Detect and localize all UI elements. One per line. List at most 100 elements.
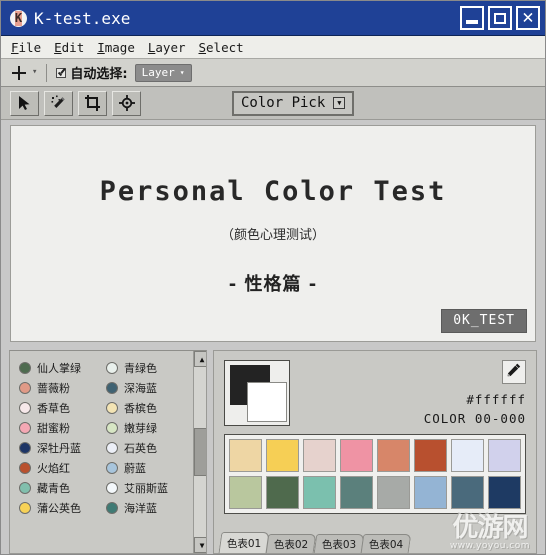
- ok-test-button[interactable]: 0K_TEST: [441, 309, 527, 333]
- scrollbar-track[interactable]: [194, 367, 206, 537]
- tab-label: 色表01: [226, 537, 262, 550]
- scrollbar-thumb[interactable]: [194, 428, 206, 476]
- color-name-label: 海洋蓝: [124, 502, 157, 515]
- canvas-area[interactable]: Personal Color Test （颜色心理测试） - 性格篇 - 0K_…: [10, 125, 536, 342]
- move-tool-preset[interactable]: ▾: [12, 65, 37, 80]
- page-chapter: - 性格篇 -: [228, 274, 318, 295]
- color-list-entry[interactable]: 香草色: [19, 400, 106, 416]
- color-name-list-panel: 仙人掌绿 青绿色蔷薇粉 深海蓝 香草色 香槟色甜蜜粉 嫩芽绿深牡丹蓝 石英色火焰红 蔚蓝藏青色…: [9, 350, 207, 554]
- magic-wand-icon: [51, 95, 67, 111]
- menu-item-layer[interactable]: Layer: [148, 40, 186, 55]
- picker-header: #ffffff COLOR 00-000: [214, 351, 536, 426]
- color-swatch[interactable]: [377, 439, 410, 472]
- mode-dropdown[interactable]: Color Pick ▼: [232, 90, 355, 116]
- color-name-label: 深牡丹蓝: [37, 442, 81, 455]
- layer-dropdown-value: Layer: [141, 66, 175, 79]
- color-list-entry[interactable]: 深牡丹蓝: [19, 440, 106, 456]
- color-dot-icon: [106, 502, 118, 514]
- color-list-entry[interactable]: 蔚蓝: [106, 460, 193, 476]
- color-list-entry[interactable]: 香槟色: [106, 400, 193, 416]
- list-scrollbar[interactable]: ▲ ▼: [193, 351, 206, 553]
- list-item: 火焰红 蔚蓝: [19, 460, 193, 476]
- color-list-entry[interactable]: 青绿色: [106, 360, 193, 376]
- color-swatch[interactable]: [488, 476, 521, 509]
- color-swatch[interactable]: [340, 476, 373, 509]
- foreground-color-swatch[interactable]: [247, 382, 287, 422]
- tab-label: 色表03: [321, 538, 357, 551]
- arrow-cursor-icon: [17, 95, 32, 111]
- tab-1[interactable]: 色表01: [218, 532, 270, 553]
- scroll-down-arrow-icon[interactable]: ▼: [194, 537, 206, 553]
- mode-dropdown-value: Color Pick: [241, 95, 326, 111]
- color-list-entry[interactable]: 海洋蓝: [106, 500, 193, 516]
- pointer-tool-button[interactable]: [10, 90, 39, 116]
- color-name-label: 藏青色: [37, 482, 70, 495]
- color-swatch[interactable]: [414, 439, 447, 472]
- color-swatch[interactable]: [229, 439, 262, 472]
- window-controls: ✕: [460, 6, 542, 30]
- menu-item-edit[interactable]: Edit: [54, 40, 84, 55]
- crop-icon: [84, 95, 101, 111]
- color-name-label: 青绿色: [124, 362, 157, 375]
- color-swatch[interactable]: [451, 476, 484, 509]
- menu-item-select[interactable]: Select: [199, 40, 244, 55]
- tab-2[interactable]: 色表02: [266, 534, 318, 553]
- foreground-background-swatch[interactable]: [224, 360, 290, 426]
- target-move-tool-button[interactable]: [112, 90, 141, 116]
- minimize-button[interactable]: [460, 6, 484, 30]
- color-name-list: 仙人掌绿 青绿色蔷薇粉 深海蓝 香草色 香槟色甜蜜粉 嫩芽绿深牡丹蓝 石英色火焰红 蔚蓝藏青色…: [10, 351, 193, 553]
- color-dot-icon: [19, 502, 31, 514]
- maximize-button[interactable]: [488, 6, 512, 30]
- color-dot-icon: [106, 382, 118, 394]
- menu-item-image[interactable]: Image: [97, 40, 135, 55]
- color-swatch[interactable]: [303, 439, 336, 472]
- color-name-label: 甜蜜粉: [37, 422, 70, 435]
- color-swatch[interactable]: [377, 476, 410, 509]
- color-list-entry[interactable]: 甜蜜粉: [19, 420, 106, 436]
- layer-dropdown[interactable]: Layer ▾: [134, 63, 192, 82]
- minimize-icon: [466, 20, 478, 24]
- color-list-entry[interactable]: 蔷薇粉: [19, 380, 106, 396]
- tab-3[interactable]: 色表03: [313, 534, 365, 553]
- eyedropper-button[interactable]: [502, 360, 526, 384]
- close-icon: ✕: [522, 5, 534, 28]
- auto-select-checkbox[interactable]: 自动选择:: [56, 63, 128, 82]
- color-list-entry[interactable]: 蒲公英色: [19, 500, 106, 516]
- color-swatch[interactable]: [229, 476, 262, 509]
- list-item: 藏青色 艾丽斯蓝: [19, 480, 193, 496]
- color-swatch[interactable]: [488, 439, 521, 472]
- close-button[interactable]: ✕: [516, 6, 540, 30]
- color-swatch[interactable]: [266, 476, 299, 509]
- magic-wand-tool-button[interactable]: [44, 90, 73, 116]
- color-dot-icon: [19, 462, 31, 474]
- scroll-up-arrow-icon[interactable]: ▲: [194, 351, 206, 367]
- color-list-entry[interactable]: 艾丽斯蓝: [106, 480, 193, 496]
- color-list-entry[interactable]: 火焰红: [19, 460, 106, 476]
- color-dot-icon: [106, 462, 118, 474]
- crop-tool-button[interactable]: [78, 90, 107, 116]
- chevron-down-icon[interactable]: ▾: [32, 68, 37, 77]
- color-swatch[interactable]: [303, 476, 336, 509]
- color-dot-icon: [19, 362, 31, 374]
- maximize-icon: [494, 12, 506, 24]
- page-title: Personal Color Test: [99, 176, 447, 207]
- color-name-label: 火焰红: [37, 462, 70, 475]
- target-icon: [118, 95, 135, 111]
- application-window: K K-test.exe ✕ File Edit Image Layer Sel…: [0, 0, 546, 555]
- color-swatch[interactable]: [414, 476, 447, 509]
- color-list-entry[interactable]: 深海蓝: [106, 380, 193, 396]
- list-item: 深牡丹蓝 石英色: [19, 440, 193, 456]
- tool-bar: Color Pick ▼: [1, 87, 545, 120]
- color-list-entry[interactable]: 藏青色: [19, 480, 106, 496]
- color-swatch[interactable]: [451, 439, 484, 472]
- color-list-entry[interactable]: 石英色: [106, 440, 193, 456]
- swatch-tabs: 色表01 色表02 色表03 色表04: [214, 532, 536, 553]
- menu-item-file[interactable]: File: [11, 40, 41, 55]
- color-list-entry[interactable]: 嫩芽绿: [106, 420, 193, 436]
- menu-bar: File Edit Image Layer Select: [1, 36, 545, 59]
- color-swatch[interactable]: [340, 439, 373, 472]
- color-dot-icon: [19, 422, 31, 434]
- color-swatch[interactable]: [266, 439, 299, 472]
- color-list-entry[interactable]: 仙人掌绿: [19, 360, 106, 376]
- tab-4[interactable]: 色表04: [360, 534, 412, 553]
